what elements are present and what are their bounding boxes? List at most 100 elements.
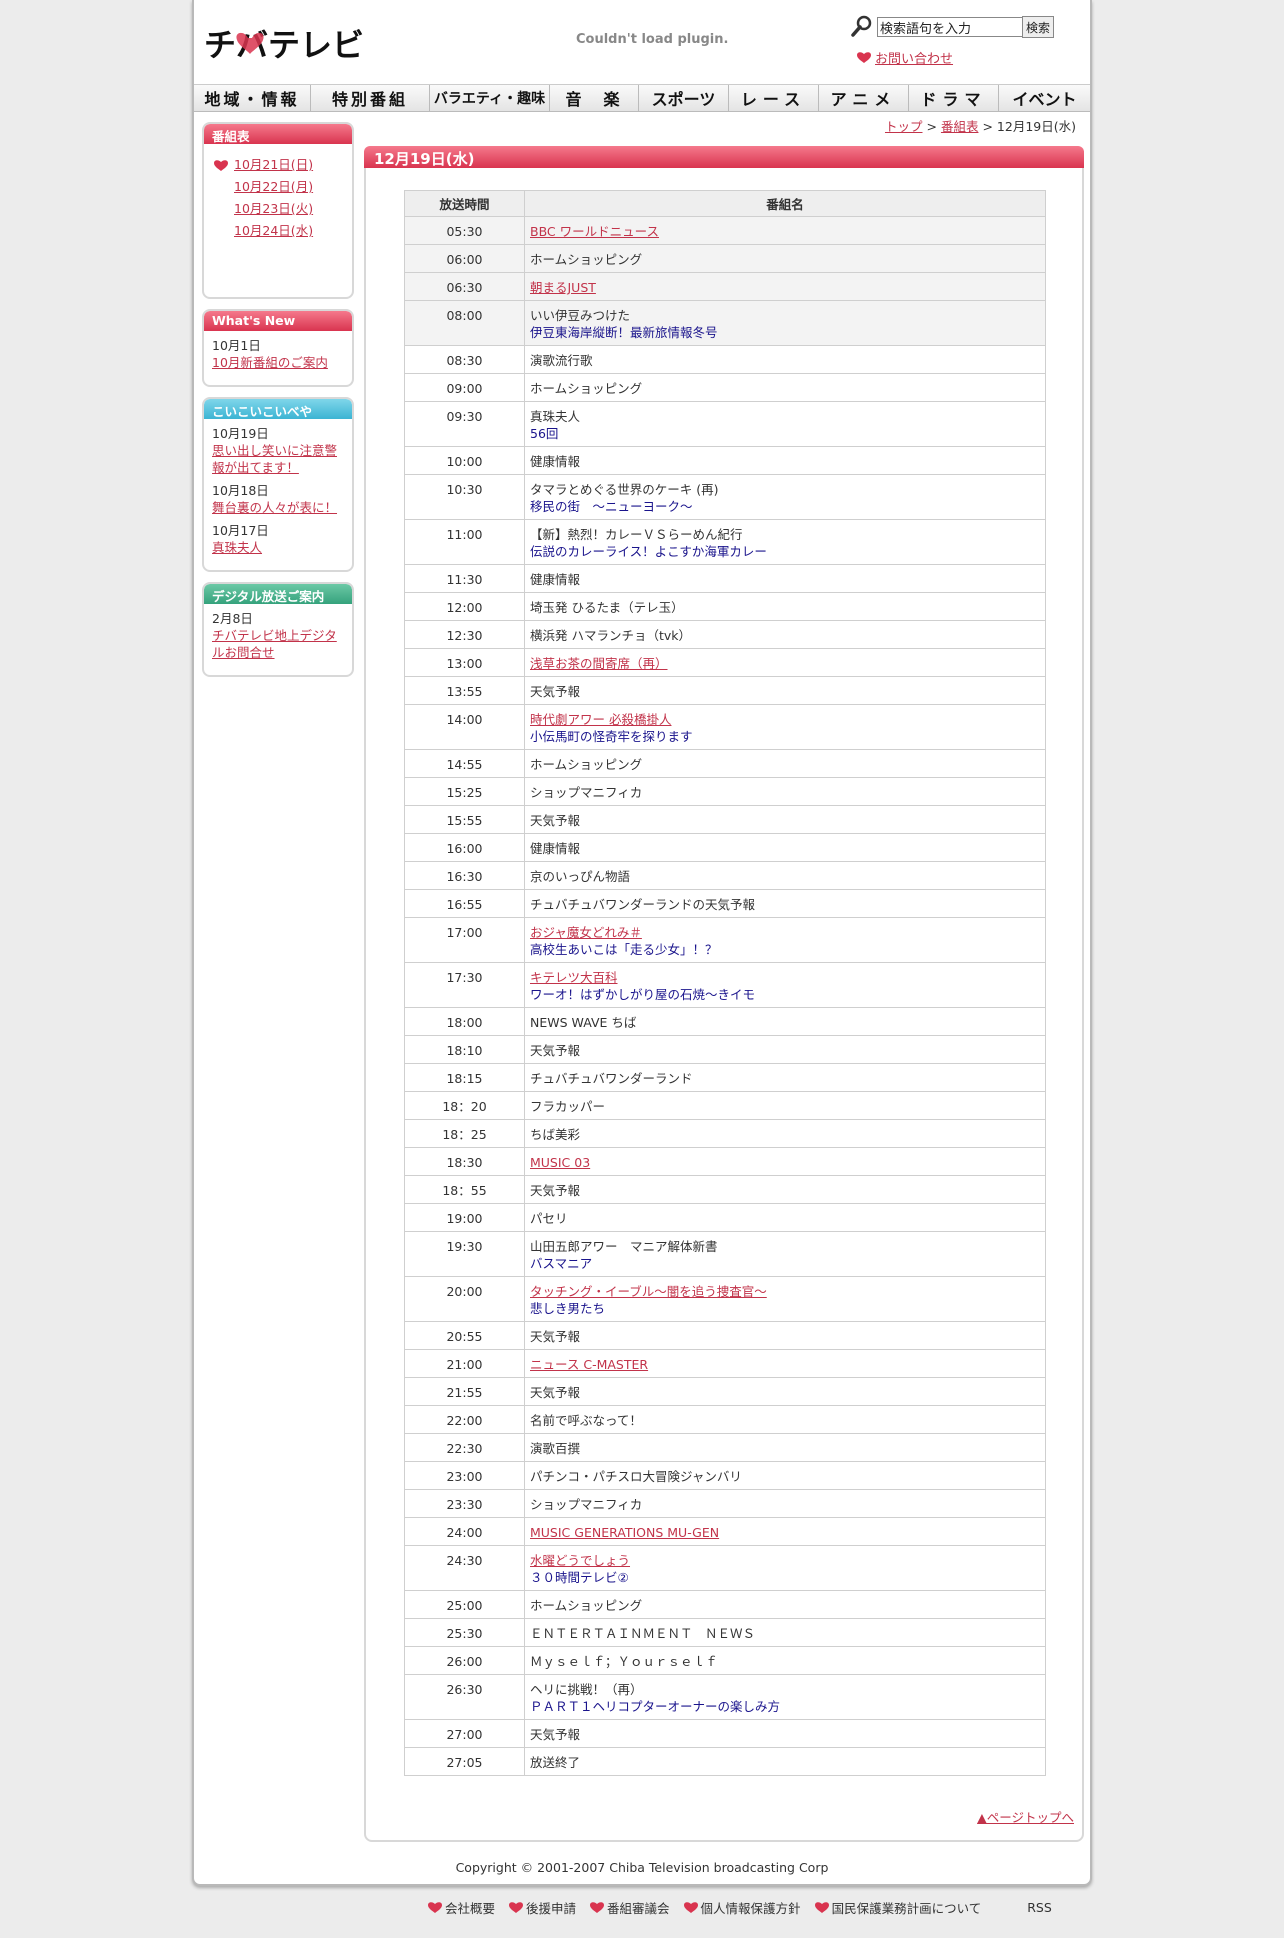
program-title-link[interactable]: キテレツ大百科 [530, 969, 618, 986]
footer-item: 会社概要 [428, 1898, 495, 1917]
footer-link-council[interactable]: 番組審議会 [607, 1898, 670, 1917]
whats-new-title: What's New [204, 311, 352, 331]
search-button[interactable]: 検索 [1022, 16, 1054, 38]
episode-subtitle: ＰＡＲＴ１ヘリコプターオーナーの楽しみ方 [530, 1699, 781, 1714]
nav-item-sports[interactable]: スポーツ [639, 85, 729, 111]
heart-icon [428, 1902, 442, 1913]
digital-title: デジタル放送ご案内 [204, 584, 352, 604]
schedule-day-link[interactable]: 10月22日(月) [234, 179, 313, 194]
program-title-link[interactable]: ニュース C-MASTER [530, 1356, 648, 1373]
heart-icon [814, 1902, 829, 1913]
episode-subtitle: 高校生あいこは「走る少女」！？ [530, 942, 718, 957]
broadcast-time: 24:30 [404, 1545, 525, 1591]
program-title: NEWS WAVE ちば [530, 1015, 637, 1030]
program-title: パチンコ・パチスロ大冒険ジャンバリ [530, 1469, 742, 1484]
program-cell: 放送終了 [524, 1747, 1046, 1776]
search-input[interactable] [877, 17, 1023, 37]
column-header-title: 番組名 [524, 190, 1046, 217]
program-title: ショップマニフィカ [530, 785, 643, 800]
broadcast-time: 16:00 [404, 833, 525, 862]
broadcast-time: 21:55 [404, 1377, 525, 1406]
entry-link[interactable]: 舞台裏の人々が表に！ [212, 500, 337, 515]
program-title: 天気予報 [530, 813, 581, 828]
entry-date: 10月18日 [212, 483, 269, 498]
program-title: Ｍｙｓｅｌｆ；Ｙｏｕｒｓｅｌｆ [530, 1654, 718, 1669]
entry-link[interactable]: 思い出し笑いに注意警報が出てます！ [212, 443, 337, 475]
broadcast-time: 27:05 [404, 1747, 525, 1776]
program-title-link[interactable]: おジャ魔女どれみ＃ [530, 924, 642, 941]
breadcrumb-top-link[interactable]: トップ [885, 119, 923, 134]
schedule-day-list: 10月21日(日) 10月22日(月) 10月23日(火) 10月24日(水) [204, 144, 352, 297]
broadcast-time: 20:00 [404, 1276, 525, 1322]
program-cell: ショップマニフィカ [524, 777, 1046, 806]
program-cell: キテレツ大百科 ワーオ！はずかしがり屋の石焼～きイモ [524, 962, 1046, 1008]
table-row: 10:00 健康情報 [404, 446, 1046, 475]
program-title-link[interactable]: タッチング・イーブル～闇を追う捜査官～ [530, 1283, 767, 1300]
entry-link[interactable]: 真珠夫人 [212, 540, 262, 555]
page-top-link[interactable]: ▲ページトップへ [977, 1807, 1074, 1826]
episode-subtitle: 移民の街 ～ニューヨーク～ [530, 499, 693, 514]
broadcast-time: 08:00 [404, 300, 525, 346]
main-content: トップ > 番組表 > 12月19日(水) 12月19日(水) 放送時間 番組名… [364, 116, 1084, 1842]
table-row: 12:00 埼玉発 ひるたま（テレ玉） [404, 592, 1046, 621]
schedule-day-link[interactable]: 10月21日(日) [234, 157, 313, 172]
copyright: Copyright © 2001-2007 Chiba Television b… [455, 1860, 829, 1875]
breadcrumb-current: 12月19日(水) [996, 119, 1076, 134]
table-row: 20:00 タッチング・イーブル～闇を追う捜査官～ 悲しき男たち [404, 1276, 1046, 1322]
footer-link-company[interactable]: 会社概要 [445, 1898, 495, 1917]
nav-item-special[interactable]: 特別番組 [311, 85, 430, 111]
program-cell: チュバチュバワンダーランドの天気予報 [524, 889, 1046, 918]
nav-item-anime[interactable]: アニメ [819, 85, 909, 111]
rss-link[interactable]: RSS [1027, 1900, 1052, 1915]
table-row: 13:55 天気予報 [404, 676, 1046, 705]
footer-link-protection[interactable]: 国民保護業務計画について [832, 1898, 982, 1917]
broadcast-time: 18：20 [404, 1091, 525, 1120]
chiba-tv-logo[interactable]: チバテレビ [204, 18, 444, 64]
program-cell: パチンコ・パチスロ大冒険ジャンバリ [524, 1461, 1046, 1490]
program-title-link[interactable]: 時代劇アワー 必殺橋掛人 [530, 711, 671, 728]
program-cell: Ｍｙｓｅｌｆ；Ｙｏｕｒｓｅｌｆ [524, 1646, 1046, 1675]
footer-link-privacy[interactable]: 個人情報保護方針 [701, 1898, 801, 1917]
footer-link-support[interactable]: 後援申請 [526, 1898, 576, 1917]
nav-item-region[interactable]: 地域・情報 [194, 85, 311, 111]
entry-date: 10月1日 [212, 338, 261, 353]
nav-item-drama[interactable]: ドラマ [909, 85, 999, 111]
table-row: 18:10 天気予報 [404, 1035, 1046, 1064]
program-cell: NEWS WAVE ちば [524, 1007, 1046, 1036]
table-row: 14:00 時代劇アワー 必殺橋掛人 小伝馬町の怪奇牢を探ります [404, 704, 1046, 750]
entry-link[interactable]: 10月新番組のご案内 [212, 355, 328, 370]
program-title: 演歌百撰 [530, 1441, 581, 1456]
program-title-link[interactable]: 朝まるJUST [530, 279, 596, 296]
program-cell: ホームショッピング [524, 749, 1046, 778]
list-item: 2月8日 チバテレビ地上デジタルお問合せ [212, 610, 344, 661]
broadcast-time: 18:10 [404, 1035, 525, 1064]
schedule-day-link[interactable]: 10月23日(火) [234, 201, 313, 216]
nav-item-variety[interactable]: バラエティ・趣味 [430, 85, 550, 111]
program-title: 山田五郎アワー マニア解体新書 [530, 1239, 718, 1254]
table-row: 10:30 タマラとめぐる世界のケーキ (再) 移民の街 ～ニューヨーク～ [404, 474, 1046, 520]
program-cell: 水曜どうでしょう ３０時間テレビ② [524, 1545, 1046, 1591]
broadcast-time: 06:00 [404, 244, 525, 273]
digital-box: デジタル放送ご案内 2月8日 チバテレビ地上デジタルお問合せ [202, 582, 354, 677]
program-title: チュバチュバワンダーランドの天気予報 [530, 897, 756, 912]
contact-link-wrap: お問い合わせ [857, 48, 953, 67]
program-title: チュバチュバワンダーランド [530, 1071, 693, 1086]
program-title-link[interactable]: MUSIC 03 [530, 1154, 590, 1171]
breadcrumb-sep: > [982, 119, 993, 134]
contact-link[interactable]: お問い合わせ [875, 48, 953, 67]
nav-item-race[interactable]: レース [729, 85, 819, 111]
schedule-day-link[interactable]: 10月24日(水) [234, 223, 313, 238]
program-title-link[interactable]: MUSIC GENERATIONS MU-GEN [530, 1524, 719, 1541]
breadcrumb-schedule-link[interactable]: 番組表 [941, 119, 979, 134]
nav-item-music[interactable]: 音 楽 [550, 85, 639, 111]
nav-item-event[interactable]: イベント [999, 85, 1090, 111]
search-icon [851, 15, 872, 37]
program-title-link[interactable]: 水曜どうでしょう [530, 1552, 630, 1569]
entry-link[interactable]: チバテレビ地上デジタルお問合せ [212, 628, 337, 660]
program-title-link[interactable]: BBC ワールドニュース [530, 223, 659, 240]
program-cell: 京のいっぴん物語 [524, 861, 1046, 890]
program-title-link[interactable]: 浅草お茶の間寄席（再） [530, 655, 668, 672]
broadcast-time: 13:00 [404, 648, 525, 677]
program-title: タマラとめぐる世界のケーキ (再) [530, 482, 719, 497]
program-title: 真珠夫人 [530, 409, 581, 424]
